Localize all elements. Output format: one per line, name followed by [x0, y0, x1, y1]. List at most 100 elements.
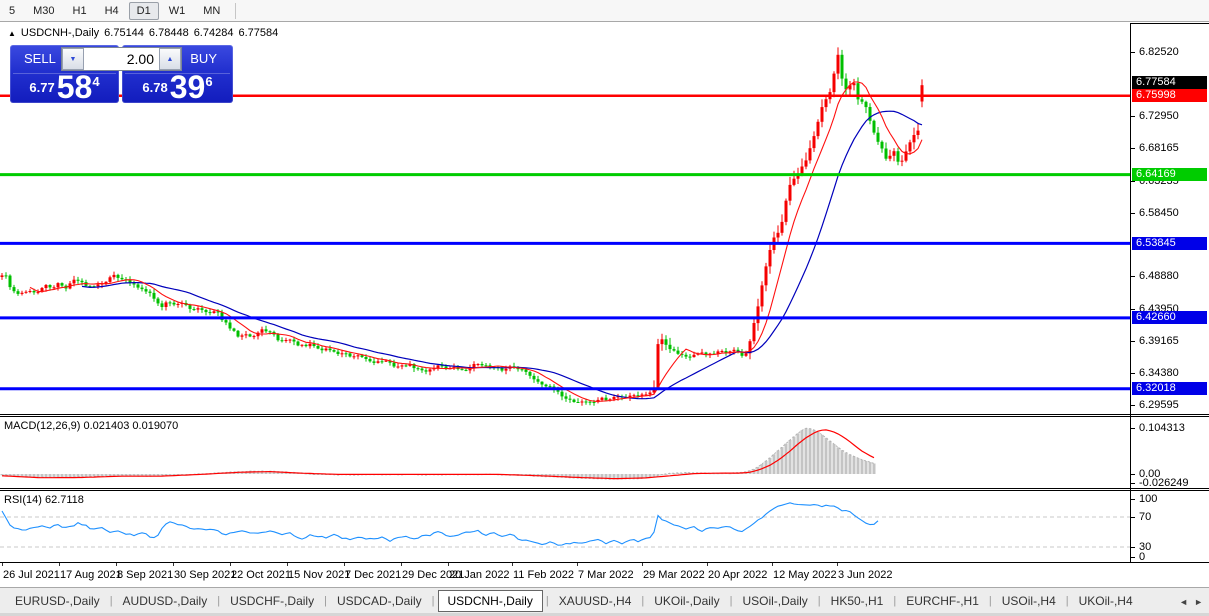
axis-tick-mark [1131, 373, 1135, 374]
date-label: 22 Oct 2021 [231, 569, 291, 581]
panel-separator [0, 488, 1209, 489]
tab-scroll-right-icon[interactable]: ► [1194, 597, 1203, 607]
price-axis-tick: 6.82520 [1139, 46, 1179, 58]
one-click-trading-widget: SELL 6.77 58 4 BUY 6.78 39 6 ▼ ▲ [10, 45, 233, 103]
axis-tick-mark [1131, 428, 1135, 429]
buy-price-sup: 6 [205, 74, 212, 89]
sell-label: SELL [24, 51, 56, 66]
tab-usdcnh-daily[interactable]: USDCNH-,Daily [438, 590, 543, 612]
mt4-window: 5M30H1H4D1W1MN ▲USDCNH-,Daily6.751446.78… [0, 0, 1209, 616]
ohlc-low: 6.74284 [194, 27, 234, 39]
date-tick-mark [287, 563, 288, 566]
macd-axis-tick: 0.104313 [1139, 422, 1185, 434]
tab-divider: | [989, 595, 992, 607]
tab-divider: | [730, 595, 733, 607]
date-tick-mark [772, 563, 773, 566]
panel-separator [0, 490, 1209, 491]
date-label: 20 Apr 2022 [708, 569, 767, 581]
tab-divider: | [432, 595, 435, 607]
price-axis-tick: 6.29595 [1139, 399, 1179, 411]
date-label: 3 Jun 2022 [838, 569, 892, 581]
timeframe-button-d1[interactable]: D1 [129, 2, 159, 20]
axis-tick-mark [1131, 483, 1135, 484]
sell-price-sup: 4 [92, 74, 99, 89]
price-badge-6.75998: 6.75998 [1132, 89, 1207, 102]
rsi-line [2, 503, 878, 545]
price-axis: 6.825206.729506.681656.632356.584506.488… [1131, 23, 1209, 563]
ma-slow-line [82, 111, 922, 399]
axis-tick-mark [1131, 499, 1135, 500]
tab-usoil-h4[interactable]: USOil-,H4 [993, 591, 1065, 611]
axis-tick-mark [1131, 474, 1135, 475]
tab-eurusd-daily[interactable]: EURUSD-,Daily [6, 591, 109, 611]
date-tick-mark [344, 563, 345, 566]
date-label: 29 Mar 2022 [643, 569, 705, 581]
price-badge-6.64169: 6.64169 [1132, 168, 1207, 181]
axis-tick-mark [1131, 52, 1135, 53]
timeframe-button-h4[interactable]: H4 [97, 2, 127, 20]
axis-tick-mark [1131, 405, 1135, 406]
price-axis-tick: 6.68165 [1139, 142, 1179, 154]
tab-audusd-daily[interactable]: AUDUSD-,Daily [114, 591, 217, 611]
buy-price-prefix: 6.78 [142, 80, 167, 95]
date-label: 20 Jan 2022 [449, 569, 510, 581]
date-label: 7 Mar 2022 [578, 569, 634, 581]
tab-scroll-controls: ◄► [1173, 597, 1203, 607]
collapse-icon[interactable]: ▲ [8, 29, 16, 38]
rsi-axis-tick: 100 [1139, 493, 1157, 505]
tab-scroll-left-icon[interactable]: ◄ [1179, 597, 1188, 607]
volume-input[interactable] [84, 48, 159, 70]
price-axis-tick: 6.72950 [1139, 110, 1179, 122]
macd-main-line [2, 428, 874, 479]
axis-tick-mark [1131, 276, 1135, 277]
rsi-axis-tick: 0 [1139, 551, 1145, 563]
axis-tick-mark [1131, 213, 1135, 214]
macd-axis-tick: -0.026249 [1139, 477, 1189, 489]
tab-usdcad-daily[interactable]: USDCAD-,Daily [328, 591, 431, 611]
tab-divider: | [893, 595, 896, 607]
volume-box: ▼ ▲ [61, 47, 182, 71]
tab-divider: | [217, 595, 220, 607]
tab-xauusd-h4[interactable]: XAUUSD-,H4 [550, 591, 641, 611]
date-tick-mark [512, 563, 513, 566]
price-badge-6.32018: 6.32018 [1132, 382, 1207, 395]
ohlc-close: 6.77584 [238, 27, 278, 39]
date-label: 15 Nov 2021 [288, 569, 350, 581]
buy-price: 6.78 39 6 [122, 72, 233, 102]
timeframe-button-h1[interactable]: H1 [65, 2, 95, 20]
tab-usdchf-daily[interactable]: USDCHF-,Daily [221, 591, 323, 611]
price-axis-tick: 6.34380 [1139, 367, 1179, 379]
timeframe-button-5[interactable]: 5 [1, 2, 23, 20]
tab-divider: | [1066, 595, 1069, 607]
panel-separator [0, 414, 1209, 415]
date-tick-mark [707, 563, 708, 566]
sell-price-prefix: 6.77 [29, 80, 54, 95]
rsi-axis-tick: 70 [1139, 511, 1151, 523]
volume-decrease-icon[interactable]: ▼ [62, 48, 84, 70]
date-tick-mark [577, 563, 578, 566]
timeframe-button-mn[interactable]: MN [195, 2, 228, 20]
chart-header: ▲USDCNH-,Daily6.751446.784486.742846.775… [8, 27, 283, 39]
timeframe-button-m30[interactable]: M30 [25, 2, 62, 20]
panel-separator [0, 416, 1209, 417]
tab-eurchf-h1[interactable]: EURCHF-,H1 [897, 591, 988, 611]
tab-divider: | [110, 595, 113, 607]
sell-price: 6.77 58 4 [10, 72, 119, 102]
tab-hk50-h1[interactable]: HK50-,H1 [822, 591, 893, 611]
date-tick-mark [642, 563, 643, 566]
volume-increase-icon[interactable]: ▲ [159, 48, 181, 70]
date-tick-mark [2, 563, 3, 566]
tab-divider: | [818, 595, 821, 607]
tab-ukoil-h4[interactable]: UKOil-,H4 [1070, 591, 1142, 611]
tab-ukoil-daily[interactable]: UKOil-,Daily [645, 591, 728, 611]
date-label: 30 Sep 2021 [174, 569, 236, 581]
date-tick-mark [230, 563, 231, 566]
tab-divider: | [546, 595, 549, 607]
rsi-panel-chart[interactable] [0, 492, 1130, 562]
tab-usoil-daily[interactable]: USOil-,Daily [733, 591, 816, 611]
price-axis-tick: 6.58450 [1139, 207, 1179, 219]
timeframe-button-w1[interactable]: W1 [161, 2, 194, 20]
chart-tab-bar: EURUSD-,Daily|AUDUSD-,Daily|USDCHF-,Dail… [0, 587, 1209, 613]
axis-tick-mark [1131, 517, 1135, 518]
ohlc-open: 6.75144 [104, 27, 144, 39]
